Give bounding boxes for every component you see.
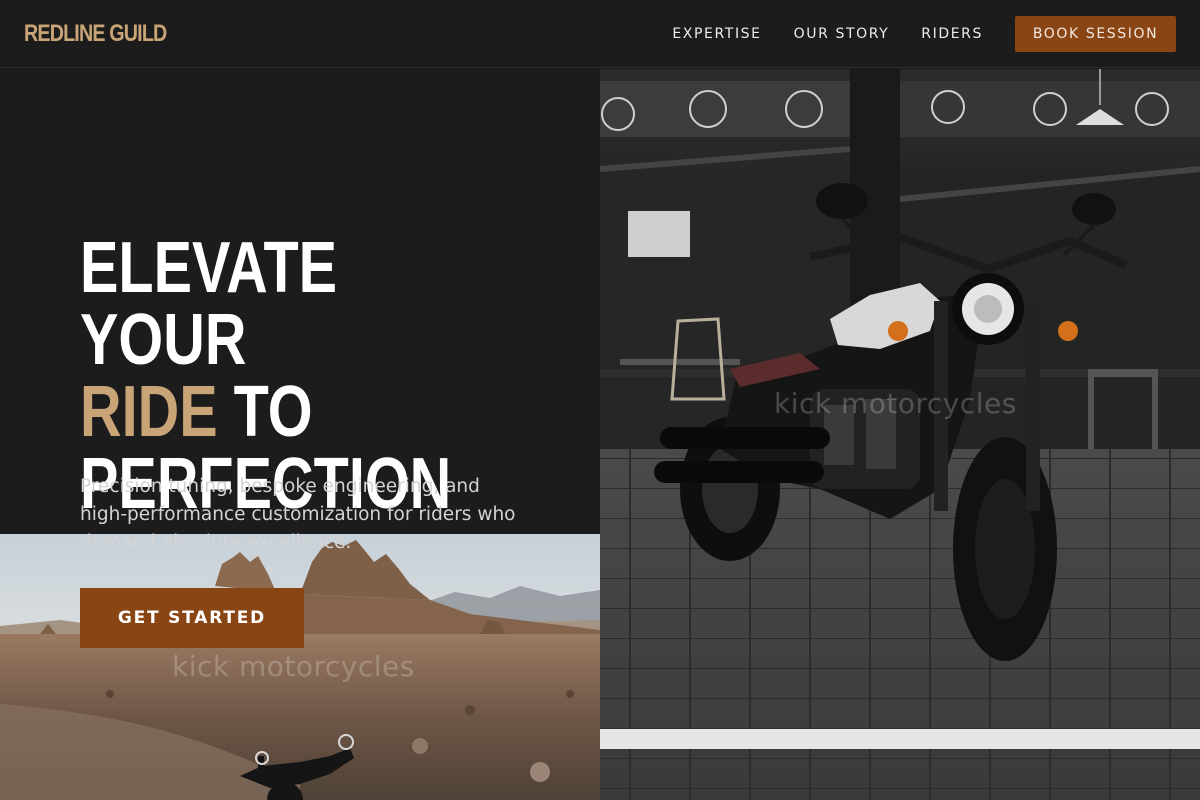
nav-link-our-story[interactable]: OUR STORY	[794, 26, 890, 42]
hero-subtext: Precision tuning, bespoke engineering, a…	[80, 476, 516, 553]
desert-photo: kick motorcycles	[0, 534, 600, 800]
get-started-button[interactable]: GET STARTED	[80, 588, 304, 648]
headline-line-1: ELEVATE YOUR	[80, 228, 338, 380]
headline-line-2-rest: TO	[217, 372, 313, 452]
top-navbar: REDLINE GUILD EXPERTISE OUR STORY RIDERS…	[0, 0, 1200, 68]
book-session-button[interactable]: BOOK SESSION	[1015, 16, 1176, 52]
motorcycle-photo: kick motorcycles	[600, 69, 1200, 800]
motorcycle-scene	[600, 69, 1200, 800]
bike-watermark-text: kick motorcycles	[774, 387, 1017, 420]
nav-link-riders[interactable]: RIDERS	[921, 26, 983, 42]
desert-watermark-text: kick motorcycles	[172, 650, 415, 683]
nav-links: EXPERTISE OUR STORY RIDERS BOOK SESSION	[672, 0, 1176, 68]
headline-accent-word: RIDE	[80, 372, 218, 452]
nav-link-expertise[interactable]: EXPERTISE	[672, 26, 761, 42]
brand-logo[interactable]: REDLINE GUILD	[24, 20, 167, 48]
